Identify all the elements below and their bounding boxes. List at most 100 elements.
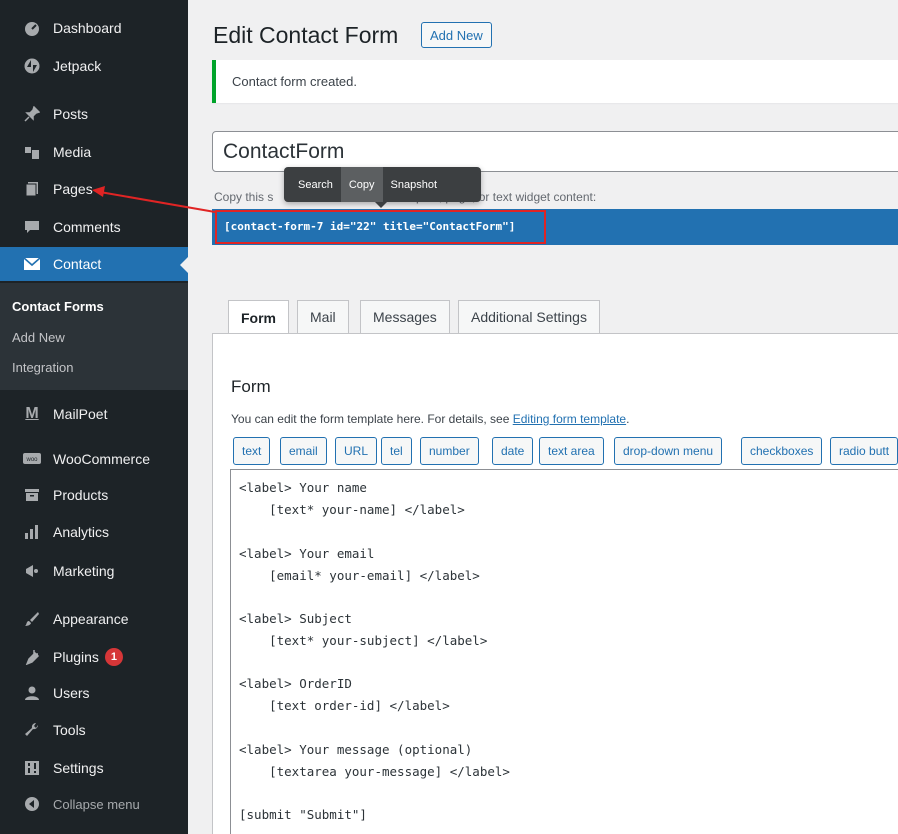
success-notice: Contact form created. bbox=[212, 60, 898, 103]
sidebar-item-media[interactable]: Media bbox=[0, 135, 188, 169]
sidebar-item-tools[interactable]: Tools bbox=[0, 713, 188, 747]
submenu-integration[interactable]: Integration bbox=[12, 360, 73, 375]
submenu-contact-forms[interactable]: Contact Forms bbox=[12, 299, 104, 314]
context-copy-button[interactable]: Copy bbox=[340, 167, 383, 202]
tag-button-email[interactable]: email bbox=[280, 437, 327, 465]
sidebar-item-label: Collapse menu bbox=[53, 796, 140, 812]
sidebar-item-users[interactable]: Users bbox=[0, 676, 188, 710]
sidebar-item-comments[interactable]: Comments bbox=[0, 210, 188, 244]
sidebar-item-label: Users bbox=[53, 685, 90, 701]
sidebar-item-label: Marketing bbox=[53, 563, 115, 579]
sidebar-item-label: Analytics bbox=[53, 524, 110, 540]
form-title-input[interactable]: ContactForm bbox=[212, 131, 898, 172]
sidebar-item-dashboard[interactable]: Dashboard bbox=[0, 11, 188, 45]
submenu-add-new[interactable]: Add New bbox=[12, 330, 65, 345]
woo-icon: woo bbox=[22, 449, 42, 469]
sidebar-item-woocommerce[interactable]: woo WooCommerce bbox=[0, 442, 188, 476]
tag-button-tel[interactable]: tel bbox=[381, 437, 412, 465]
code-line: [text order-id] </label> bbox=[239, 698, 450, 713]
tag-button-number[interactable]: number bbox=[420, 437, 479, 465]
tab-mail[interactable]: Mail bbox=[297, 300, 349, 333]
context-snapshot-button[interactable]: Snapshot bbox=[383, 167, 445, 202]
text-selection-menu: Search Copy Snapshot bbox=[284, 167, 481, 208]
comment-icon bbox=[22, 217, 42, 237]
tag-button-textarea[interactable]: text area bbox=[539, 437, 604, 465]
sidebar-item-label: Media bbox=[53, 144, 92, 160]
notice-text: Contact form created. bbox=[232, 74, 357, 89]
sidebar-item-products[interactable]: Products bbox=[0, 478, 188, 512]
sidebar-item-posts[interactable]: Posts bbox=[0, 97, 188, 131]
sidebar-item-marketing[interactable]: Marketing bbox=[0, 554, 188, 588]
active-indicator bbox=[180, 257, 188, 273]
collapse-icon bbox=[22, 794, 42, 814]
plug-icon bbox=[22, 647, 42, 667]
products-icon bbox=[22, 485, 42, 505]
tab-form[interactable]: Form bbox=[228, 300, 289, 334]
pages-icon bbox=[22, 179, 42, 199]
menu-pointer bbox=[375, 202, 387, 208]
envelope-icon bbox=[22, 254, 42, 274]
user-icon bbox=[22, 683, 42, 703]
code-line: <label> Your name bbox=[239, 480, 367, 495]
code-line: <label> Your email bbox=[239, 546, 375, 561]
sidebar-item-label: Plugins bbox=[53, 649, 99, 665]
tab-messages[interactable]: Messages bbox=[360, 300, 450, 333]
svg-text:woo: woo bbox=[25, 457, 38, 463]
code-line: [textarea your-message] </label> bbox=[239, 764, 510, 779]
sidebar-item-label: WooCommerce bbox=[53, 451, 150, 467]
editing-form-template-link[interactable]: Editing form template bbox=[513, 412, 626, 426]
sidebar-item-jetpack[interactable]: Jetpack bbox=[0, 49, 188, 83]
sidebar-item-analytics[interactable]: Analytics bbox=[0, 515, 188, 549]
code-line: [text* your-name] </label> bbox=[239, 502, 465, 517]
annotation-highlight-box bbox=[215, 210, 546, 244]
tag-button-date[interactable]: date bbox=[492, 437, 534, 465]
sidebar-item-label: Jetpack bbox=[53, 58, 102, 74]
brush-icon bbox=[22, 609, 42, 629]
sidebar-item-label: Comments bbox=[53, 219, 121, 235]
page-title: Edit Contact Form bbox=[213, 22, 399, 48]
sidebar-item-label: Pages bbox=[53, 181, 93, 197]
tag-button-url[interactable]: URL bbox=[335, 437, 378, 465]
tag-button-checkboxes[interactable]: checkboxes bbox=[741, 437, 823, 465]
admin-sidebar: Dashboard Jetpack Posts Media Pages Comm… bbox=[0, 0, 188, 834]
code-line: [email* your-email] </label> bbox=[239, 568, 480, 583]
instruction-start: Copy this s bbox=[214, 190, 274, 204]
sidebar-item-pages[interactable]: Pages bbox=[0, 172, 188, 206]
form-template-editor[interactable]: <label> Your name [text* your-name] </la… bbox=[230, 469, 898, 834]
sidebar-item-appearance[interactable]: Appearance bbox=[0, 602, 188, 636]
code-line: <label> Subject bbox=[239, 611, 352, 626]
code-line: [text* your-subject] </label> bbox=[239, 633, 488, 648]
code-line: <label> Your message (optional) bbox=[239, 742, 473, 757]
sidebar-item-plugins[interactable]: Plugins 1 bbox=[0, 640, 188, 674]
sidebar-item-label: Posts bbox=[53, 106, 89, 122]
add-new-button[interactable]: Add New bbox=[421, 22, 492, 48]
main-content: Edit Contact Form Add New Contact form c… bbox=[188, 0, 898, 834]
sidebar-item-mailpoet[interactable]: M MailPoet bbox=[0, 397, 188, 431]
sidebar-item-label: Appearance bbox=[53, 611, 129, 627]
sidebar-item-label: MailPoet bbox=[53, 406, 108, 422]
sidebar-item-label: Products bbox=[53, 487, 109, 503]
sidebar-item-label: Tools bbox=[53, 722, 86, 738]
settings-icon bbox=[22, 758, 42, 778]
mailpoet-icon: M bbox=[25, 405, 39, 422]
tag-button-dropdown[interactable]: drop-down menu bbox=[614, 437, 723, 465]
media-icon bbox=[22, 142, 42, 162]
tab-additional-settings[interactable]: Additional Settings bbox=[458, 300, 600, 333]
analytics-icon bbox=[22, 522, 42, 542]
sidebar-item-label: Dashboard bbox=[53, 20, 122, 36]
context-search-button[interactable]: Search bbox=[290, 167, 341, 202]
pin-icon bbox=[22, 104, 42, 124]
form-heading: Form bbox=[231, 377, 271, 396]
megaphone-icon bbox=[22, 561, 42, 581]
wrench-icon bbox=[22, 720, 42, 740]
tag-button-radio[interactable]: radio butt bbox=[830, 437, 898, 465]
code-line: [submit "Submit"] bbox=[239, 807, 367, 822]
sidebar-item-settings[interactable]: Settings bbox=[0, 751, 188, 785]
form-panel: Form You can edit the form template here… bbox=[212, 333, 898, 834]
sidebar-item-contact[interactable]: Contact bbox=[0, 247, 188, 281]
jetpack-icon bbox=[22, 56, 42, 76]
collapse-menu-button[interactable]: Collapse menu bbox=[0, 787, 188, 821]
dashboard-icon bbox=[22, 18, 42, 38]
tag-button-text[interactable]: text bbox=[233, 437, 271, 465]
sidebar-item-label: Settings bbox=[53, 760, 104, 776]
